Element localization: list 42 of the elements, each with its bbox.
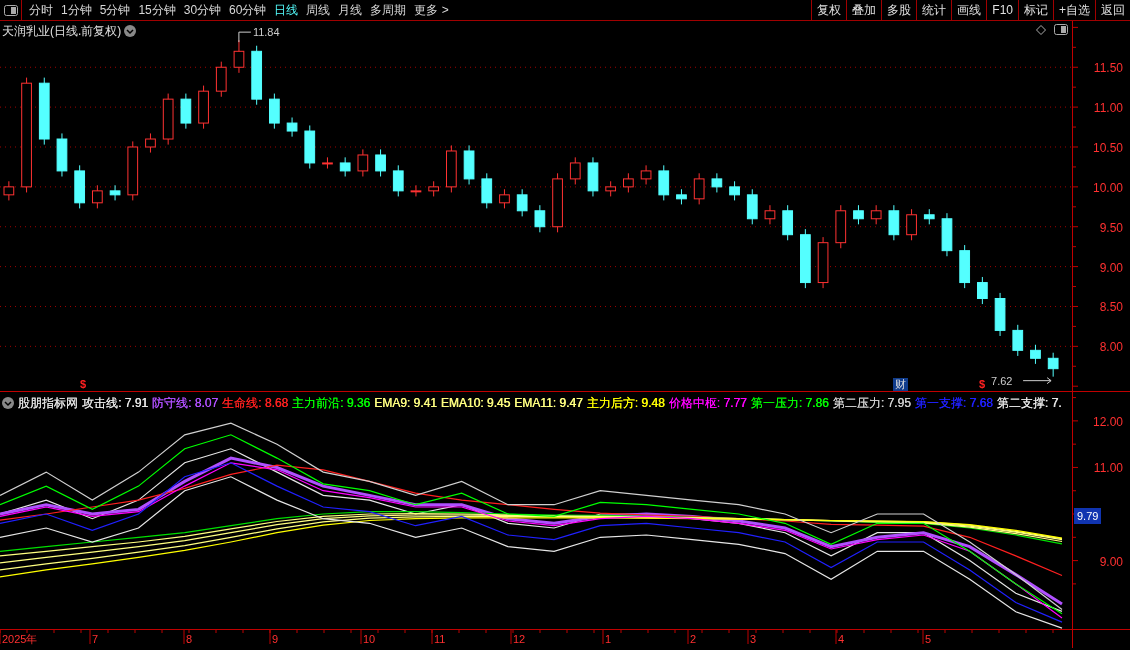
dividend-marker: $ (80, 378, 87, 391)
legend-item: EMA10: 9.45 (440, 395, 511, 412)
legend-item: EMA11: 9.47 (514, 395, 583, 412)
axis-label: 12.00 (1092, 414, 1123, 429)
axis-label: 10.00 (1092, 180, 1123, 195)
date-label: 1 (605, 632, 612, 647)
legend-item: 第二支撑: 7. (996, 395, 1062, 412)
legend-item: 攻击线: 7.91 (82, 395, 149, 412)
axis-label: 9.00 (1099, 554, 1123, 569)
date-label: 10 (363, 632, 376, 647)
legend-item: 主力前沿: 9.36 (292, 395, 371, 412)
legend-item: 生命线: 8.68 (222, 395, 289, 412)
legend-item: 第一压力: 7.86 (750, 395, 829, 412)
date-label: 3 (750, 632, 757, 647)
axis-label: 11.00 (1093, 101, 1123, 116)
legend-item: 主力后方: 9.48 (586, 395, 665, 412)
date-label: 9 (272, 632, 279, 647)
legend-item: 防守线: 8.07 (152, 395, 219, 412)
dividend-marker: $ (979, 378, 986, 391)
legend-item: 第一支撑: 7.68 (914, 395, 993, 412)
date-label: 2025年 (2, 632, 38, 647)
axis-label: 8.00 (1099, 340, 1123, 355)
current-value-label: 9.79 (1074, 507, 1102, 525)
axis-label: 8.50 (1099, 300, 1123, 315)
date-label: 12 (513, 632, 526, 647)
axis-label: 10.50 (1092, 141, 1123, 155)
chart-title: 天润乳业(日线.前复权) (2, 23, 122, 40)
date-label: 4 (838, 632, 845, 647)
date-label: 2 (690, 632, 697, 647)
date-label: 5 (925, 632, 932, 647)
axis-label: 9.00 (1099, 260, 1123, 275)
date-label: 7 (92, 632, 99, 647)
axis-label: 9.50 (1099, 220, 1123, 235)
report-marker: 财 (893, 378, 908, 391)
date-label: 8 (186, 632, 193, 647)
date-label: 11 (434, 632, 446, 647)
legend-item: EMA9: 9.41 (374, 395, 437, 412)
legend-item: 价格中枢: 7.77 (668, 395, 747, 412)
indicator-title: 股朋指标网 (18, 395, 78, 412)
legend-item: 第二压力: 7.95 (832, 395, 911, 412)
axis-label: 11.50 (1093, 61, 1123, 76)
axis-label: 11.00 (1093, 461, 1123, 476)
